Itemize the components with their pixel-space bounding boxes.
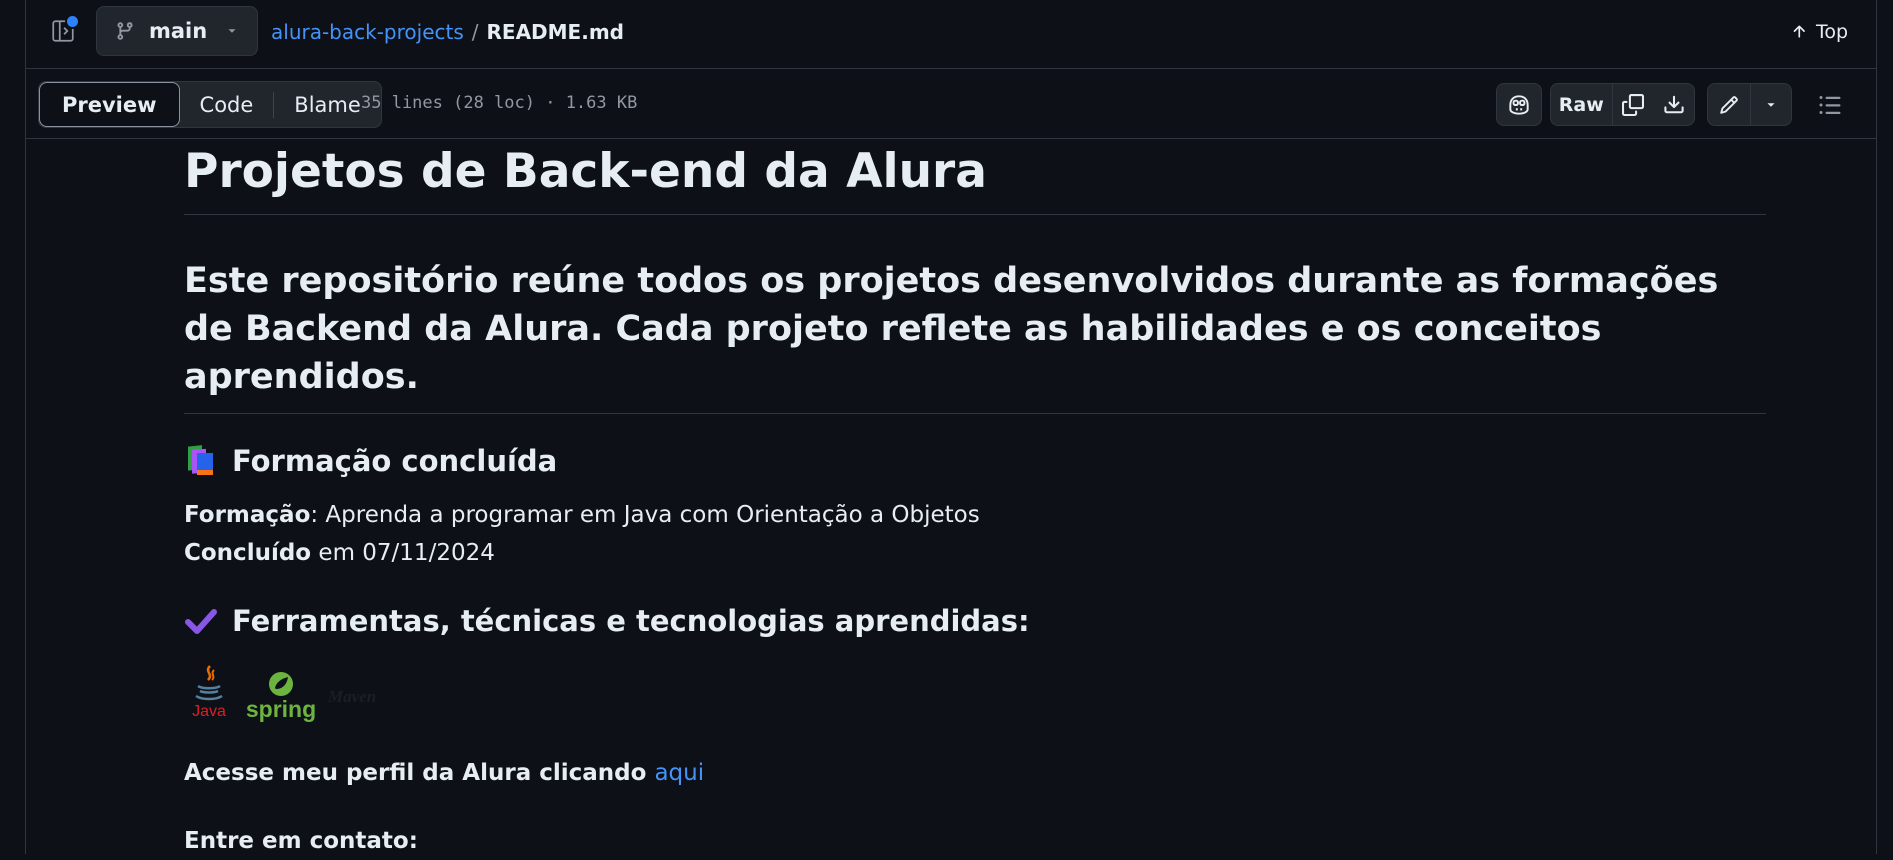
branch-selector-button[interactable]: main xyxy=(96,6,258,56)
readme-content: Projetos de Back-end da Alura Este repos… xyxy=(184,138,1766,860)
profile-paragraph: Acesse meu perfil da Alura clicando aqui xyxy=(184,754,1766,792)
back-to-top-button[interactable]: Top xyxy=(1790,17,1848,47)
edit-actions-group xyxy=(1707,83,1792,126)
more-edit-options-button[interactable] xyxy=(1751,84,1791,125)
tab-preview[interactable]: Preview xyxy=(39,82,180,127)
outline-button[interactable] xyxy=(1812,87,1848,123)
formacao-value: : Aprenda a programar em Java com Orient… xyxy=(310,502,980,528)
breadcrumb: alura-back-projects / README.md xyxy=(271,17,624,47)
triangle-down-icon xyxy=(1767,102,1775,107)
section-heading-text: Ferramentas, técnicas e tecnologias apre… xyxy=(232,604,1030,638)
formacao-line: Formação: Aprenda a programar em Java co… xyxy=(184,496,1766,534)
concluido-label: Concluído xyxy=(184,540,312,566)
profile-text: Acesse meu perfil da Alura clicando xyxy=(184,760,655,786)
edit-file-button[interactable] xyxy=(1708,84,1750,125)
caret-down-icon xyxy=(228,29,236,33)
notification-dot xyxy=(65,14,80,29)
top-label: Top xyxy=(1815,21,1848,43)
file-toolbar: Preview Code Blame 35 lines (28 loc) · 1… xyxy=(26,69,1876,139)
books-icon xyxy=(188,445,213,475)
profile-link[interactable]: aqui xyxy=(654,760,704,786)
sidebar-toggle-icon[interactable] xyxy=(48,14,80,46)
pencil-icon xyxy=(1720,95,1738,114)
section-heading-text: Formação concluída xyxy=(232,444,558,478)
download-icon xyxy=(1664,95,1684,113)
breadcrumb-repo-link[interactable]: alura-back-projects xyxy=(271,20,464,44)
file-view: main alura-back-projects / README.md Top… xyxy=(25,0,1877,854)
copy-icon xyxy=(1621,93,1644,116)
file-header: main alura-back-projects / README.md Top xyxy=(26,0,1876,69)
download-button[interactable] xyxy=(1653,84,1694,125)
maven-logo: Maven xyxy=(328,674,376,720)
readme-title: Projetos de Back-end da Alura xyxy=(184,138,1766,215)
copilot-icon xyxy=(1509,94,1529,115)
copilot-button[interactable] xyxy=(1496,83,1542,126)
java-logo: Java xyxy=(184,664,234,720)
formacao-label: Formação xyxy=(184,502,311,528)
maven-logo-text: Maven xyxy=(328,687,377,706)
spring-logo-text: spring xyxy=(245,696,317,722)
raw-actions-group: Raw xyxy=(1550,83,1695,126)
file-info: 35 lines (28 loc) · 1.63 KB xyxy=(361,93,638,113)
section-heading-ferramentas: Ferramentas, técnicas e tecnologias apre… xyxy=(184,604,1766,638)
section-heading-formacao: Formação concluída xyxy=(184,444,1766,478)
spring-logo: spring xyxy=(245,670,317,722)
readme-subtitle: Este repositório reúne todos os projetos… xyxy=(184,257,1766,414)
java-logo-text: Java xyxy=(192,703,226,720)
arrow-up-icon xyxy=(1793,25,1805,38)
git-branch-icon xyxy=(117,22,133,40)
concluido-line: Concluído em 07/11/2024 xyxy=(184,534,1766,572)
raw-button[interactable]: Raw xyxy=(1551,84,1612,125)
concluido-value: em 07/11/2024 xyxy=(311,540,495,566)
contact-heading: Entre em contato: xyxy=(184,828,418,854)
list-unordered-icon xyxy=(1819,96,1841,114)
copy-raw-button[interactable] xyxy=(1613,84,1654,125)
branch-name: main xyxy=(149,19,208,43)
breadcrumb-file: README.md xyxy=(486,20,624,44)
tech-logos: Java spring Maven xyxy=(184,650,1766,722)
checkmark-icon xyxy=(185,609,217,634)
tab-code[interactable]: Code xyxy=(180,82,274,127)
view-mode-tabs: Preview Code Blame xyxy=(38,81,382,128)
breadcrumb-separator: / xyxy=(471,20,479,44)
